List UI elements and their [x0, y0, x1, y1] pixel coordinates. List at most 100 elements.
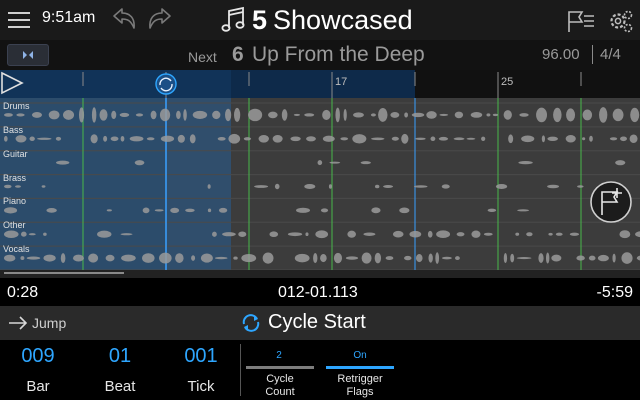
waveform-segment	[566, 108, 576, 122]
waveform-segment	[340, 137, 349, 141]
track-waveforms[interactable]: 17 25	[0, 70, 640, 270]
timeline-background	[231, 98, 640, 270]
waveform-segment	[515, 232, 520, 236]
settings-gear-icon[interactable]	[607, 8, 634, 34]
waveform-segment	[438, 136, 449, 141]
waveform-segment	[313, 252, 318, 264]
waveform-segment	[547, 136, 558, 141]
arrow-right-icon[interactable]	[8, 315, 28, 331]
waveform-segment	[345, 256, 359, 260]
waveform-segment	[142, 207, 150, 214]
waveform-segment	[353, 112, 364, 118]
redo-icon[interactable]	[146, 6, 174, 32]
waveform-segment	[565, 135, 576, 143]
waveform-segment	[466, 137, 476, 140]
next-song-title[interactable]: Up From the Deep	[252, 43, 425, 67]
waveform-segment	[154, 209, 164, 212]
waveform-segment	[547, 184, 560, 189]
jump-button[interactable]: Jump	[32, 315, 66, 331]
track-label-vocals[interactable]: Vocals	[3, 244, 30, 254]
cycle-count-underline	[246, 366, 314, 369]
waveform-segment	[401, 133, 409, 144]
waveform-segment	[536, 107, 548, 123]
music-note-icon	[221, 6, 245, 32]
waveform-segment	[545, 252, 550, 264]
song-position: 012-01.113	[278, 284, 358, 301]
waveform-segment	[612, 108, 624, 122]
waveform-segment	[248, 108, 263, 122]
bar-value[interactable]: 009	[8, 345, 68, 368]
waveform-segment	[134, 160, 145, 166]
undo-icon[interactable]	[110, 6, 138, 32]
waveform-segment	[352, 134, 367, 144]
waveform-segment	[4, 207, 18, 214]
waveform-segment	[495, 184, 508, 189]
waveform-segment	[97, 230, 112, 238]
collapse-arrows-icon	[23, 51, 33, 59]
waveform-segment	[225, 108, 232, 122]
tempo-separator	[592, 45, 593, 64]
waveform-segment	[343, 108, 347, 121]
beat-value[interactable]: 01	[90, 345, 150, 368]
waveform-segment	[411, 112, 425, 118]
track-label-piano[interactable]: Piano	[3, 196, 26, 206]
waveform-segment	[553, 107, 562, 123]
waveform-segment	[385, 256, 394, 261]
tempo-display[interactable]: 96.00	[542, 46, 580, 63]
waveform-segment	[4, 113, 13, 117]
track-label-guitar[interactable]: Guitar	[3, 149, 28, 159]
waveform-segment	[110, 136, 119, 142]
retrigger-flags-underline	[326, 366, 394, 369]
waveform-segment	[119, 112, 130, 118]
waveform-segment	[371, 207, 381, 214]
waveform-segment	[222, 232, 236, 237]
next-song-number: 6	[232, 43, 244, 66]
waveform-segment	[487, 208, 497, 213]
waveform-segment	[228, 133, 241, 144]
current-song-title[interactable]: 5 Showcased	[220, 2, 413, 38]
waveform-segment	[551, 254, 562, 262]
track-label-brass[interactable]: Brass	[3, 173, 26, 183]
cycle-count-value[interactable]: 2	[244, 350, 314, 361]
waveform-segment	[526, 232, 533, 237]
waveform-segment	[103, 135, 108, 142]
waveform-segment	[192, 110, 208, 119]
waveform-segment	[55, 136, 62, 141]
waveform-segment	[503, 110, 512, 120]
tick-value[interactable]: 001	[171, 345, 231, 368]
hamburger-menu-icon[interactable]	[6, 7, 32, 33]
setlist-flag-icon[interactable]	[566, 8, 596, 34]
waveform-segment	[599, 107, 608, 123]
waveform-segment	[582, 137, 586, 141]
waveform-segment	[439, 113, 449, 116]
waveform-segment	[516, 257, 532, 260]
track-label-bass[interactable]: Bass	[3, 125, 23, 135]
retrigger-flags-value[interactable]: On	[325, 350, 395, 361]
ruler-bar-label: 17	[335, 76, 347, 88]
waveform-segment	[470, 112, 483, 118]
waveform-segment	[183, 109, 187, 121]
view-toggle-button[interactable]	[7, 44, 49, 66]
waveform-segment	[258, 134, 269, 143]
waveform-segment	[456, 232, 465, 237]
track-label-other[interactable]: Other	[3, 220, 26, 230]
waveform-segment	[492, 113, 499, 117]
waveform-segment	[20, 256, 25, 260]
waveform-segment	[233, 107, 241, 122]
cycle-count-label: Cycle Count	[265, 373, 295, 398]
waveform-segment	[383, 185, 394, 188]
waveform-segment	[159, 108, 171, 122]
waveform-segment	[272, 134, 283, 143]
time-signature-display[interactable]: 4/4	[600, 46, 621, 63]
song-progress-bar[interactable]	[0, 270, 640, 278]
waveform-segment	[91, 107, 97, 123]
waveform-segment	[486, 113, 491, 117]
track-label-drums[interactable]: Drums	[3, 101, 30, 111]
waveform-segment	[322, 135, 335, 142]
arrangement-timeline[interactable]: 17 25 Drums Bass Guitar Brass Piano Other Vocal…	[0, 70, 640, 270]
waveform-segment	[177, 134, 185, 143]
waveform-segment	[254, 185, 269, 188]
clock: 9:51am	[42, 9, 96, 26]
waveform-segment	[15, 185, 21, 188]
waveform-segment	[322, 109, 331, 121]
